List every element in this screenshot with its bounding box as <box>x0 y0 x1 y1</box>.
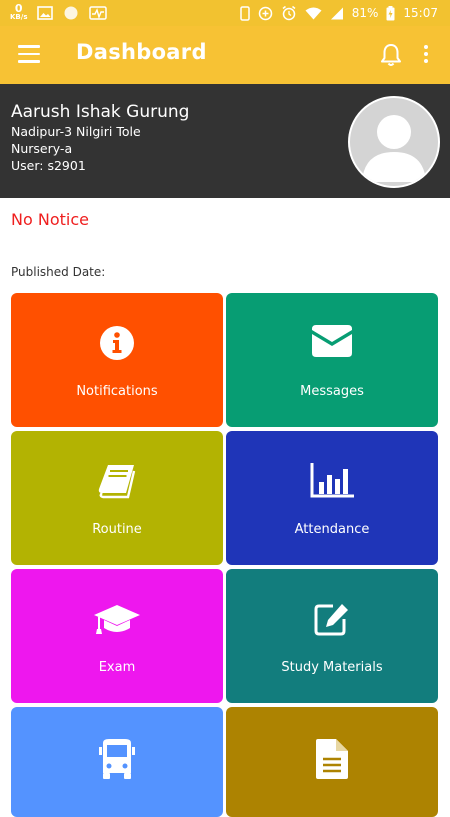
published-date-label: Published Date: <box>11 265 106 279</box>
student-address: Nadipur-3 Nilgiri Tole <box>11 124 141 139</box>
pulse-icon <box>89 6 108 20</box>
study-materials-tile[interactable]: Study Materials <box>226 569 438 703</box>
network-speed-value: 0 <box>14 2 23 15</box>
bar-chart-icon <box>310 463 354 498</box>
document-icon <box>316 739 348 779</box>
page-title: Dashboard <box>76 40 207 64</box>
tile-label: Study Materials <box>281 660 383 675</box>
hamburger-menu-icon[interactable] <box>18 45 40 63</box>
student-name: Aarush Ishak Gurung <box>11 102 190 122</box>
network-speed-unit: KB/s <box>10 13 28 21</box>
status-bar: 0 KB/s 81% 15:07 <box>0 0 450 26</box>
tile-label: Messages <box>300 384 364 399</box>
bus-icon <box>99 739 135 779</box>
app-bar: Dashboard <box>0 26 450 84</box>
battery-charging-icon <box>386 5 395 20</box>
transport-tile[interactable] <box>11 707 223 817</box>
data-saver-icon <box>258 6 272 20</box>
notifications-tile[interactable]: Notifications <box>11 293 223 427</box>
more-vert-icon[interactable] <box>420 43 432 67</box>
edit-icon <box>314 604 348 636</box>
tile-label: Exam <box>98 660 136 675</box>
envelope-icon <box>312 325 352 357</box>
alarm-icon <box>282 5 296 21</box>
bell-icon[interactable] <box>378 42 404 68</box>
graduation-cap-icon <box>94 605 140 634</box>
wifi-icon <box>305 7 322 19</box>
profile-card: Aarush Ishak Gurung Nadipur-3 Nilgiri To… <box>0 84 450 198</box>
tile-label: Attendance <box>294 522 370 537</box>
tile-label: Routine <box>92 522 142 537</box>
book-icon <box>98 465 136 499</box>
battery-percent: 81% <box>351 6 379 20</box>
network-speed: 0 KB/s <box>10 2 28 22</box>
student-class: Nursery-a <box>11 141 73 156</box>
phone-icon <box>239 5 250 21</box>
notice-text: No Notice <box>11 210 89 229</box>
gallery-icon <box>37 6 54 20</box>
tile-label: Notifications <box>76 384 158 399</box>
avatar[interactable] <box>348 96 440 188</box>
clock: 15:07 <box>403 6 438 20</box>
messages-tile[interactable]: Messages <box>226 293 438 427</box>
student-user-id: User: s2901 <box>11 158 86 173</box>
routine-tile[interactable]: Routine <box>11 431 223 565</box>
attendance-tile[interactable]: Attendance <box>226 431 438 565</box>
info-circle-icon <box>100 326 134 360</box>
document-tile[interactable] <box>226 707 438 817</box>
exam-tile[interactable]: Exam <box>11 569 223 703</box>
app-notification-icon <box>64 6 78 20</box>
signal-icon <box>330 7 343 19</box>
